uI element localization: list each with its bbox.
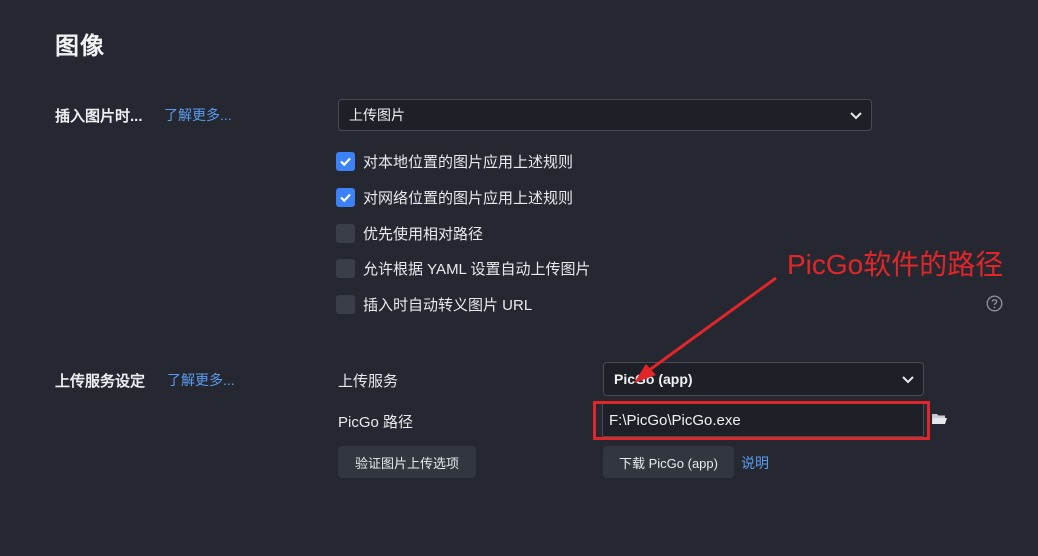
- insert-image-learn-more-link[interactable]: 了解更多...: [164, 105, 232, 125]
- insert-image-label: 插入图片时...: [55, 108, 143, 125]
- checkbox-escape-url[interactable]: 插入时自动转义图片 URL: [336, 294, 532, 314]
- checkmark-icon: [340, 157, 351, 166]
- checkbox-checked[interactable]: [336, 187, 355, 207]
- checkbox-local-images[interactable]: 对本地位置的图片应用上述规则: [336, 151, 573, 171]
- checkbox-label: 对网络位置的图片应用上述规则: [363, 189, 574, 207]
- checkbox-unchecked[interactable]: [336, 258, 355, 278]
- verify-upload-button[interactable]: 验证图片上传选项: [338, 446, 476, 478]
- insert-image-select-value: 上传图片: [349, 107, 405, 123]
- checkbox-label: 插入时自动转义图片 URL: [363, 296, 533, 314]
- help-link[interactable]: 说明: [741, 453, 769, 473]
- folder-icon[interactable]: [931, 412, 948, 426]
- checkmark-icon: [340, 193, 351, 202]
- chevron-down-icon: [850, 112, 862, 120]
- upload-service-label: 上传服务: [338, 373, 399, 390]
- annotation-highlight-box: [593, 401, 930, 440]
- annotation-text: PicGo软件的路径: [787, 249, 1004, 280]
- download-picgo-button-label: 下载 PicGo (app): [619, 455, 718, 471]
- upload-service-value: PicGo (app): [614, 371, 693, 387]
- checkbox-checked[interactable]: [336, 151, 355, 171]
- checkbox-relative-path[interactable]: 优先使用相对路径: [336, 223, 483, 243]
- chevron-down-icon: [902, 376, 914, 384]
- checkbox-unchecked[interactable]: [336, 223, 355, 243]
- upload-learn-more-link[interactable]: 了解更多...: [167, 370, 235, 390]
- picgo-path-label: PicGo 路径: [338, 414, 414, 431]
- download-picgo-button[interactable]: 下载 PicGo (app): [603, 446, 734, 478]
- verify-upload-button-label: 验证图片上传选项: [354, 455, 459, 471]
- question-circle-icon[interactable]: [986, 295, 1003, 312]
- upload-service-select[interactable]: PicGo (app): [603, 362, 924, 396]
- upload-settings-label: 上传服务设定: [55, 373, 146, 390]
- checkbox-label: 对本地位置的图片应用上述规则: [363, 153, 574, 171]
- checkbox-label: 优先使用相对路径: [363, 225, 484, 243]
- insert-image-select[interactable]: 上传图片: [338, 99, 872, 131]
- checkbox-yaml-auto-upload[interactable]: 允许根据 YAML 设置自动上传图片: [336, 258, 591, 278]
- checkbox-network-images[interactable]: 对网络位置的图片应用上述规则: [336, 187, 573, 207]
- checkbox-label: 允许根据 YAML 设置自动上传图片: [363, 260, 591, 278]
- checkbox-unchecked[interactable]: [336, 294, 355, 314]
- section-title: 图像: [55, 33, 105, 60]
